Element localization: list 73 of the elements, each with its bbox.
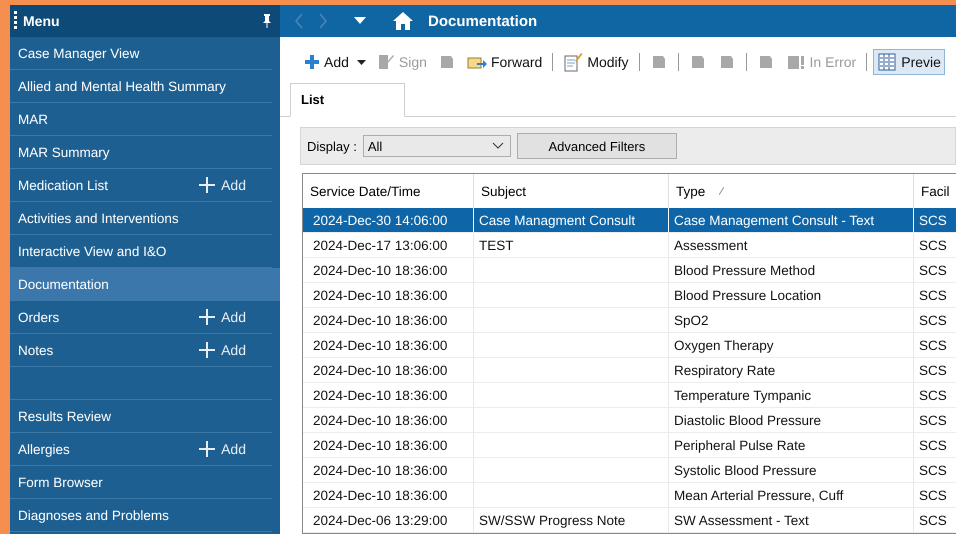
table-cell: 2024-Dec-06 13:29:00 [303, 508, 474, 533]
table-cell: Respiratory Rate [669, 358, 914, 383]
menu-item[interactable]: MAR Summary [10, 136, 272, 169]
table-cell: Blood Pressure Location [669, 283, 914, 308]
table-cell: 2024-Dec-10 18:36:00 [303, 308, 474, 333]
table-cell: SW/SSW Progress Note [474, 508, 669, 533]
menu-item[interactable]: Results Review [10, 400, 272, 433]
table-cell: Blood Pressure Method [669, 258, 914, 283]
table-cell: 2024-Dec-10 18:36:00 [303, 408, 474, 433]
plus-icon [304, 54, 320, 70]
table-cell: 2024-Dec-10 18:36:00 [303, 333, 474, 358]
menu-item[interactable]: Medication List Add [10, 169, 272, 202]
page-title: Documentation [428, 12, 538, 30]
table-cell: TEST [474, 233, 669, 258]
menu-item[interactable]: Orders Add [10, 301, 272, 334]
toolbar-button[interactable]: Previe [873, 49, 945, 75]
plus-icon [199, 342, 216, 358]
columns-icon [877, 52, 898, 72]
add-link[interactable]: Add [199, 342, 246, 358]
table-cell: Temperature Tympanic [669, 383, 914, 408]
table-cell: 2024-Dec-17 13:06:00 [303, 233, 474, 258]
tab[interactable]: List [290, 83, 406, 117]
menu-item[interactable]: Notes Add [10, 334, 272, 367]
menu-item[interactable]: Allied and Mental Health Summary [10, 70, 272, 103]
table-cell: 2024-Dec-10 18:36:00 [303, 433, 474, 458]
document-alert-icon [786, 53, 806, 71]
table-cell: SpO2 [669, 308, 914, 333]
dropdown-caret-icon[interactable] [354, 17, 366, 25]
table-cell: 2024-Dec-10 18:36:00 [303, 458, 474, 483]
pin-icon[interactable] [262, 14, 272, 28]
table-cell: Assessment [669, 233, 914, 258]
display-label: Display : [307, 138, 357, 154]
menu-item[interactable]: Activities and Interventions [10, 202, 272, 235]
table-cell: 2024-Dec-10 18:36:00 [303, 358, 474, 383]
table-cell: Case Managment Consult [474, 208, 669, 233]
home-icon[interactable] [392, 11, 414, 31]
drag-handle-icon[interactable] [14, 11, 17, 31]
menu-item[interactable]: Allergies Add [10, 433, 272, 466]
document-pencil-icon [563, 52, 584, 72]
table-cell: Systolic Blood Pressure [669, 458, 914, 483]
advanced-filters-button[interactable]: Advanced Filters [516, 133, 677, 159]
chevron-down-icon [492, 142, 504, 150]
plus-icon [199, 309, 216, 325]
plus-icon [199, 177, 216, 193]
add-link[interactable]: Add [199, 441, 246, 457]
table-cell: Diastolic Blood Pressure [669, 408, 914, 433]
table-cell: Mean Arterial Pressure, Cuff [669, 483, 914, 508]
table-cell: 2024-Dec-10 18:36:00 [303, 383, 474, 408]
pen-icon [376, 53, 395, 71]
table-cell: 2024-Dec-30 14:06:00 [303, 208, 474, 233]
table-cell: Peripheral Pulse Rate [669, 433, 914, 458]
table-cell: 2024-Dec-10 18:36:00 [303, 483, 474, 508]
table-cell: SCS [914, 208, 956, 233]
display-dropdown[interactable]: All [362, 135, 511, 157]
menu-item[interactable]: Diagnoses and Problems [10, 499, 272, 532]
menu-item[interactable]: Case Manager View [10, 37, 272, 70]
menu-title: Menu [23, 13, 61, 29]
add-link[interactable]: Add [199, 309, 246, 325]
menu-item[interactable]: Form Browser [10, 466, 272, 499]
caret-icon [356, 60, 366, 64]
toolbar-button[interactable]: Modify [559, 49, 633, 75]
toolbar-button[interactable]: Add [300, 51, 370, 73]
table-cell: Case Management Consult - Text [669, 208, 914, 233]
table-cell: SW Assessment - Text [669, 508, 914, 533]
add-link[interactable]: Add [199, 177, 246, 193]
selected-menu-item[interactable]: Documentation [10, 268, 280, 301]
table-cell: 2024-Dec-10 18:36:00 [303, 283, 474, 308]
menu-item[interactable]: MAR [10, 103, 272, 136]
table-cell: 2024-Dec-10 18:36:00 [303, 258, 474, 283]
table-cell: Oxygen Therapy [669, 333, 914, 358]
plus-icon [199, 441, 216, 457]
sort-icon [719, 187, 724, 195]
toolbar-button[interactable]: Forward [462, 50, 546, 74]
